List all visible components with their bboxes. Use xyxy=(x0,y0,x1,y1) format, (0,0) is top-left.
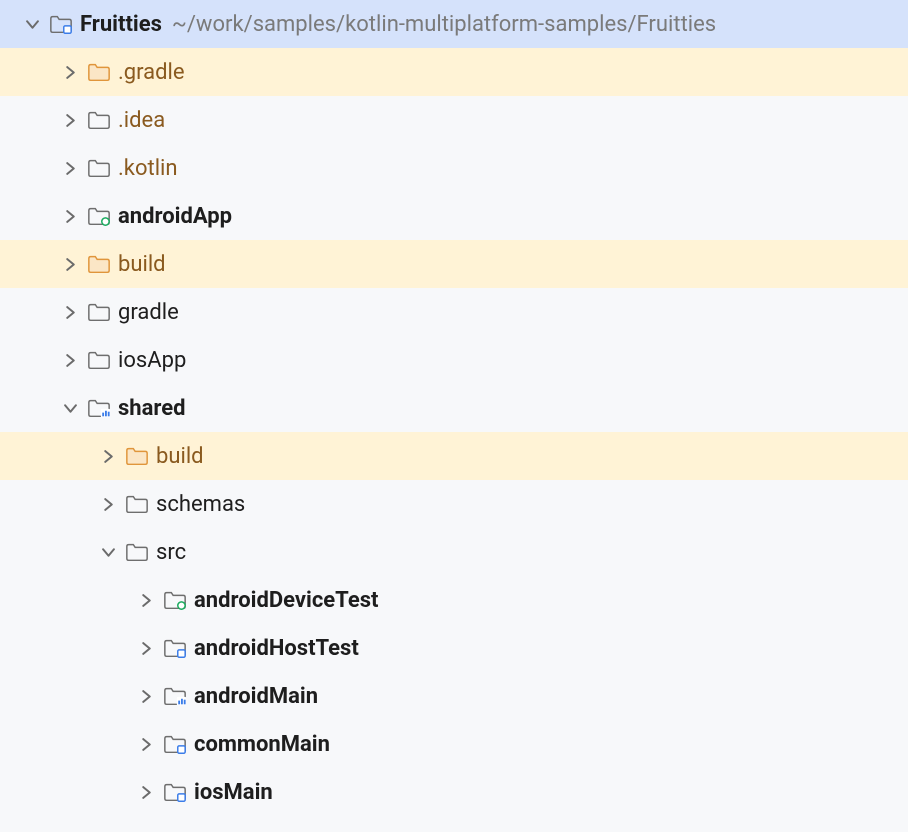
tree-row[interactable]: src xyxy=(0,528,908,576)
tree-item-label: schemas xyxy=(156,492,245,517)
module-folder-icon xyxy=(46,13,76,35)
tree-item-label: androidMain xyxy=(194,684,318,709)
tree-item-label: iosMain xyxy=(194,780,273,805)
chevron-right-icon[interactable] xyxy=(132,738,160,751)
tree-row[interactable]: androidHostTest xyxy=(0,624,908,672)
folder-icon xyxy=(122,541,152,563)
tree-item-label: androidApp xyxy=(118,204,232,229)
project-path: ~/work/samples/kotlin-multiplatform-samp… xyxy=(172,12,716,37)
tree-item-label: androidHostTest xyxy=(194,636,359,661)
chevron-right-icon[interactable] xyxy=(94,498,122,511)
chevron-right-icon[interactable] xyxy=(56,306,84,319)
tree-row[interactable]: iosMain xyxy=(0,768,908,816)
tree-item-label: Fruitties xyxy=(80,12,162,37)
tree-row[interactable]: build xyxy=(0,432,908,480)
module-folder-bars-icon xyxy=(84,397,114,419)
tree-item-label: build xyxy=(118,252,166,277)
tree-item-label: src xyxy=(156,540,186,565)
tree-item-label: build xyxy=(156,444,204,469)
folder-icon xyxy=(84,109,114,131)
chevron-right-icon[interactable] xyxy=(56,354,84,367)
chevron-right-icon[interactable] xyxy=(132,642,160,655)
chevron-down-icon[interactable] xyxy=(56,402,84,415)
tree-row[interactable]: Fruitties ~/work/samples/kotlin-multiplat… xyxy=(0,0,908,48)
tree-row[interactable]: build xyxy=(0,240,908,288)
folder-icon xyxy=(84,301,114,323)
orange-folder-icon xyxy=(84,253,114,275)
module-folder-green-icon xyxy=(160,589,190,611)
project-tree: Fruitties ~/work/samples/kotlin-multiplat… xyxy=(0,0,908,816)
tree-item-label: shared xyxy=(118,396,186,421)
chevron-right-icon[interactable] xyxy=(132,786,160,799)
tree-row[interactable]: shared xyxy=(0,384,908,432)
tree-row[interactable]: androidMain xyxy=(0,672,908,720)
folder-icon xyxy=(122,493,152,515)
folder-icon xyxy=(84,157,114,179)
tree-row[interactable]: .idea xyxy=(0,96,908,144)
chevron-down-icon[interactable] xyxy=(94,546,122,559)
module-folder-green-icon xyxy=(84,205,114,227)
chevron-right-icon[interactable] xyxy=(56,258,84,271)
chevron-down-icon[interactable] xyxy=(18,18,46,31)
module-folder-icon xyxy=(160,733,190,755)
chevron-right-icon[interactable] xyxy=(132,690,160,703)
chevron-right-icon[interactable] xyxy=(56,210,84,223)
tree-row[interactable]: iosApp xyxy=(0,336,908,384)
tree-row[interactable]: .kotlin xyxy=(0,144,908,192)
tree-item-label: .idea xyxy=(118,108,165,133)
tree-row[interactable]: .gradle xyxy=(0,48,908,96)
tree-row[interactable]: schemas xyxy=(0,480,908,528)
tree-row[interactable]: gradle xyxy=(0,288,908,336)
tree-item-label: commonMain xyxy=(194,732,330,757)
chevron-right-icon[interactable] xyxy=(56,162,84,175)
folder-icon xyxy=(84,349,114,371)
module-folder-icon xyxy=(160,781,190,803)
chevron-right-icon[interactable] xyxy=(56,114,84,127)
tree-item-label: iosApp xyxy=(118,348,186,373)
orange-folder-icon xyxy=(122,445,152,467)
module-folder-bars-icon xyxy=(160,685,190,707)
chevron-right-icon[interactable] xyxy=(56,66,84,79)
orange-folder-icon xyxy=(84,61,114,83)
chevron-right-icon[interactable] xyxy=(94,450,122,463)
module-folder-icon xyxy=(160,637,190,659)
tree-row[interactable]: androidApp xyxy=(0,192,908,240)
tree-item-label: .kotlin xyxy=(118,156,178,181)
tree-item-label: gradle xyxy=(118,300,179,325)
tree-item-label: .gradle xyxy=(118,60,185,85)
tree-row[interactable]: androidDeviceTest xyxy=(0,576,908,624)
chevron-right-icon[interactable] xyxy=(132,594,160,607)
tree-item-label: androidDeviceTest xyxy=(194,588,378,613)
tree-row[interactable]: commonMain xyxy=(0,720,908,768)
